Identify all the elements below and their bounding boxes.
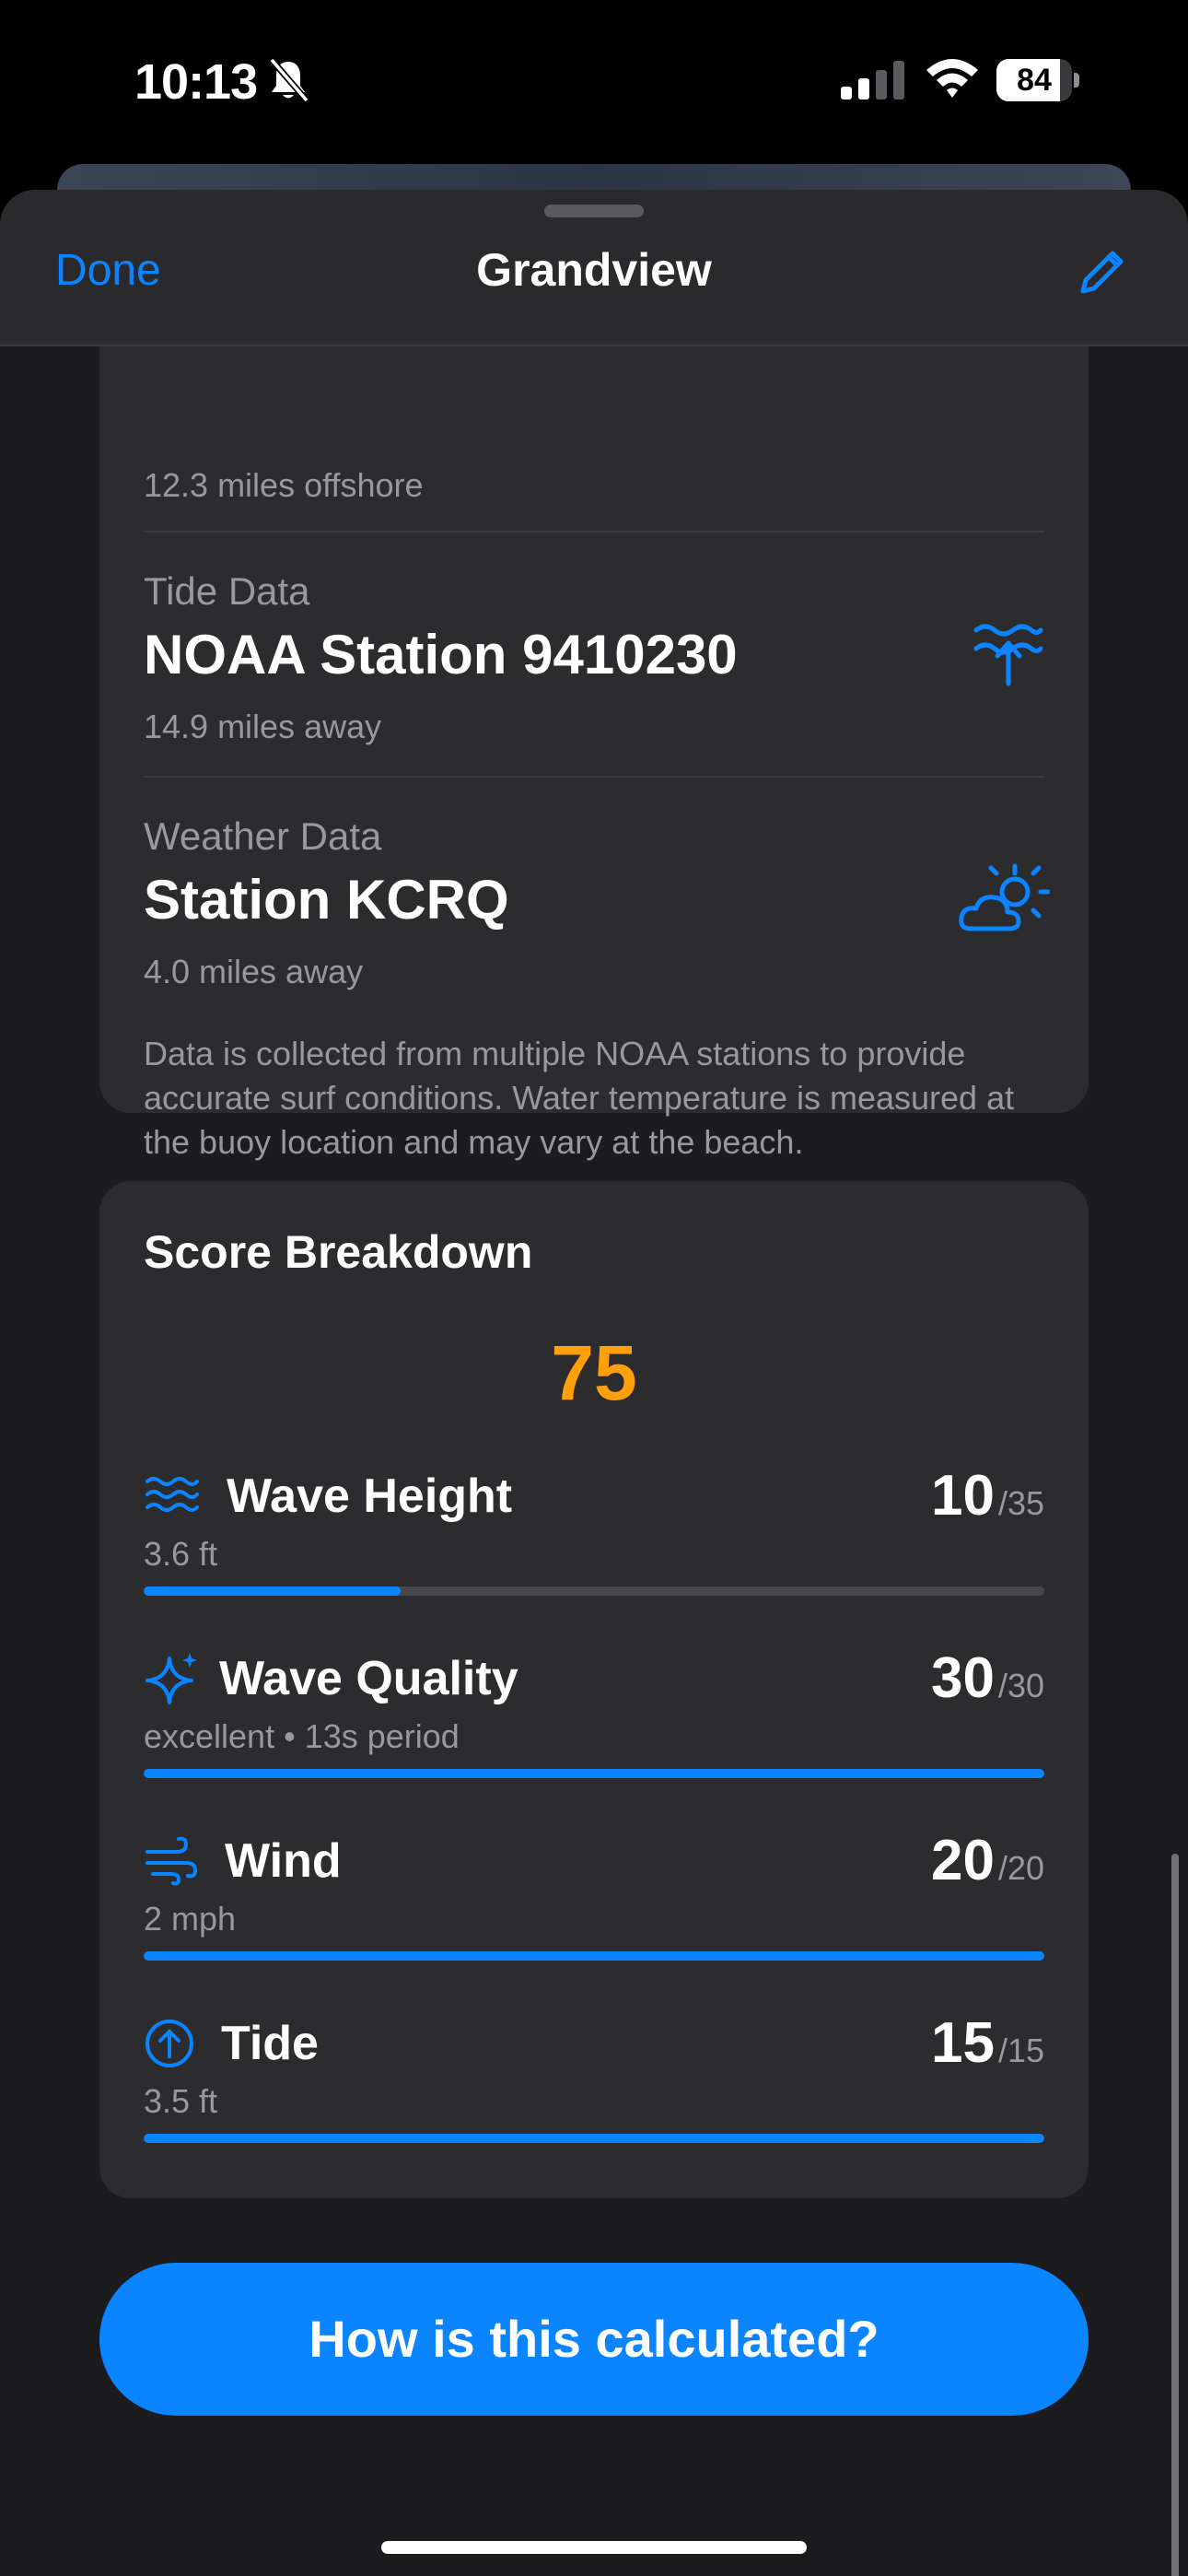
divider <box>144 776 1044 778</box>
status-time: 10:13 <box>134 54 258 110</box>
detail-sheet[interactable]: Done Grandview 12.3 miles offshore Tide … <box>0 190 1188 2576</box>
divider <box>144 531 1044 533</box>
data-sources-card: 12.3 miles offshore Tide Data NOAA Stati… <box>99 282 1089 1161</box>
score-breakdown-title: Score Breakdown <box>144 1226 533 1278</box>
factor-max: /35 <box>997 1484 1044 1522</box>
factor-detail: 3.5 ft <box>144 2082 218 2120</box>
weather-station-distance: 4.0 miles away <box>144 953 364 990</box>
waves-icon <box>146 1477 199 1512</box>
factor-name: Wave Quality <box>219 1652 518 1705</box>
factor-wave-height: Wave Height 10/35 3.6 ft <box>99 1468 1089 1634</box>
score-total: 75 <box>551 1329 637 1416</box>
how-is-this-calculated-button[interactable]: How is this calculated? <box>99 2263 1089 2416</box>
home-indicator[interactable] <box>381 2541 807 2554</box>
factor-wind: Wind 20/20 2 mph <box>99 1832 1089 1999</box>
factor-score: 10/35 <box>931 1468 1044 1539</box>
page-title: Grandview <box>476 244 712 296</box>
factor-progress-bar <box>144 2134 1044 2143</box>
factor-name: Wave Height <box>227 1469 513 1523</box>
factor-score: 15/15 <box>931 2015 1044 2086</box>
sheet-grabber[interactable] <box>544 205 644 217</box>
factor-max: /30 <box>997 1667 1044 1704</box>
factor-name: Wind <box>225 1834 342 1888</box>
factor-points: 30 <box>930 1646 995 1710</box>
factor-points: 15 <box>930 2011 995 2075</box>
factor-detail: excellent • 13s period <box>144 1717 460 1755</box>
factor-points: 20 <box>930 1829 995 1892</box>
factor-progress-bar <box>144 1587 1044 1596</box>
factor-score: 20/20 <box>931 1832 1044 1903</box>
arrow-up-circle-icon <box>146 2020 193 2067</box>
factor-progress-bar <box>144 1769 1044 1778</box>
pencil-icon[interactable] <box>1076 245 1129 299</box>
factor-tide: Tide 15/15 3.5 ft <box>99 2015 1089 2182</box>
factor-name: Tide <box>221 2017 319 2070</box>
status-bar: 10:13 84 <box>0 0 1188 161</box>
cloud-sun-icon <box>959 863 1050 931</box>
battery-indicator: 84 <box>996 59 1079 101</box>
weather-station-name: Station KCRQ <box>144 869 509 931</box>
weather-data-label: Weather Data <box>144 814 382 858</box>
factor-score: 30/30 <box>931 1650 1044 1721</box>
wifi-icon <box>926 59 978 98</box>
factor-wave-quality: Wave Quality 30/30 excellent • 13s perio… <box>99 1650 1089 1817</box>
bell-slash-icon <box>269 57 309 103</box>
nav-bar: Done Grandview <box>0 190 1188 346</box>
scroll-indicator[interactable] <box>1171 1854 1179 2576</box>
tide-station-name: NOAA Station 9410230 <box>144 624 738 685</box>
buoy-distance: 12.3 miles offshore <box>144 466 424 504</box>
cellular-signal-icon <box>841 61 904 100</box>
tide-station-distance: 14.9 miles away <box>144 708 382 745</box>
sparkle-icon <box>146 1653 197 1704</box>
wind-icon <box>146 1836 198 1886</box>
factor-progress-bar <box>144 1951 1044 1961</box>
tide-water-icon <box>973 624 1043 686</box>
factor-detail: 2 mph <box>144 1900 237 1938</box>
battery-percent: 84 <box>1017 63 1052 98</box>
factor-max: /20 <box>997 1849 1044 1887</box>
score-breakdown-card: Score Breakdown 75 Wave Height 10/35 3.6… <box>99 1181 1089 2198</box>
data-sources-note: Data is collected from multiple NOAA sta… <box>144 1035 1015 1161</box>
tide-data-label: Tide Data <box>144 569 310 613</box>
factor-detail: 3.6 ft <box>144 1535 218 1573</box>
factor-max: /15 <box>997 2032 1044 2069</box>
factor-points: 10 <box>930 1464 995 1528</box>
